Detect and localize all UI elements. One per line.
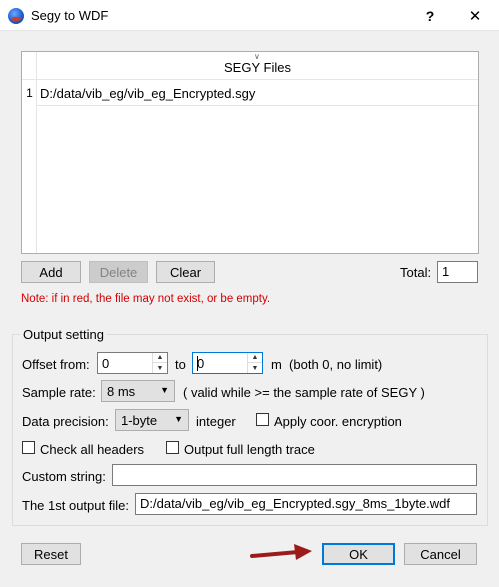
sample-rate-value: 8 ms xyxy=(107,384,136,399)
offset-to-spinbox[interactable]: 0 ▲ ▼ xyxy=(192,352,263,374)
sample-rate-select[interactable]: 8 ms ▼ xyxy=(101,380,175,402)
sample-rate-label: Sample rate: xyxy=(22,385,96,400)
full-length-trace-checkbox[interactable] xyxy=(166,441,179,454)
column-header-label: SEGY Files xyxy=(224,60,291,75)
sample-rate-note: ( valid while >= the sample rate of SEGY… xyxy=(183,385,425,400)
spin-down-icon[interactable]: ▼ xyxy=(248,363,262,373)
add-button[interactable]: Add xyxy=(21,261,81,283)
coor-encryption-label[interactable]: Apply coor. encryption xyxy=(274,414,402,429)
full-length-trace-label[interactable]: Output full length trace xyxy=(184,442,315,457)
chevron-down-icon: ▼ xyxy=(174,414,183,424)
ok-button[interactable]: OK xyxy=(322,543,395,565)
data-precision-select[interactable]: 1-byte ▼ xyxy=(115,409,189,431)
total-field[interactable]: 1 xyxy=(437,261,478,283)
row-number-header xyxy=(22,52,37,80)
spin-up-icon[interactable]: ▲ xyxy=(153,353,167,363)
spin-up-icon[interactable]: ▲ xyxy=(248,353,262,363)
close-button[interactable]: ✕ xyxy=(452,0,498,31)
reset-button[interactable]: Reset xyxy=(21,543,81,565)
offset-from-label: Offset from: xyxy=(22,357,90,372)
table-row[interactable]: D:/data/vib_eg/vib_eg_Encrypted.sgy xyxy=(40,86,255,101)
offset-to-value: 0 xyxy=(197,356,205,371)
clear-button[interactable]: Clear xyxy=(156,261,215,283)
coor-encryption-checkbox[interactable] xyxy=(256,413,269,426)
check-all-headers-checkbox[interactable] xyxy=(22,441,35,454)
row-divider xyxy=(37,105,478,106)
segy-files-table[interactable] xyxy=(21,51,479,254)
delete-button[interactable]: Delete xyxy=(89,261,148,283)
offset-from-spin-buttons: ▲ ▼ xyxy=(152,353,167,373)
window-title: Segy to WDF xyxy=(31,8,109,23)
help-button[interactable]: ? xyxy=(407,0,453,31)
chevron-down-icon: ▼ xyxy=(160,385,169,395)
precision-type-label: integer xyxy=(196,414,236,429)
offset-from-spinbox[interactable]: 0 ▲ ▼ xyxy=(97,352,168,374)
row-number-column xyxy=(22,80,37,253)
sort-indicator-icon: ∨ xyxy=(254,52,260,61)
offset-from-value: 0 xyxy=(102,356,110,371)
data-precision-label: Data precision: xyxy=(22,414,109,429)
offset-to-spin-buttons: ▲ ▼ xyxy=(247,353,262,373)
total-label: Total: xyxy=(400,265,432,280)
note-text: Note: if in red, the file may not exist,… xyxy=(21,293,271,305)
spin-down-icon[interactable]: ▼ xyxy=(153,363,167,373)
custom-string-field[interactable] xyxy=(112,464,477,486)
check-all-headers-label[interactable]: Check all headers xyxy=(40,442,144,457)
first-output-field[interactable]: D:/data/vib_eg/vib_eg_Encrypted.sgy_8ms_… xyxy=(135,493,477,515)
app-icon xyxy=(8,8,24,24)
offset-unit-label: m (both 0, no limit) xyxy=(271,357,383,372)
custom-string-label: Custom string: xyxy=(22,469,106,484)
output-setting-label: Output setting xyxy=(20,327,107,342)
text-caret xyxy=(197,356,198,371)
to-label: to xyxy=(175,357,186,372)
row-number: 1 xyxy=(26,86,33,100)
cancel-button[interactable]: Cancel xyxy=(404,543,477,565)
pointer-arrow-icon xyxy=(250,544,312,560)
data-precision-value: 1-byte xyxy=(121,413,158,428)
first-output-label: The 1st output file: xyxy=(22,498,129,513)
